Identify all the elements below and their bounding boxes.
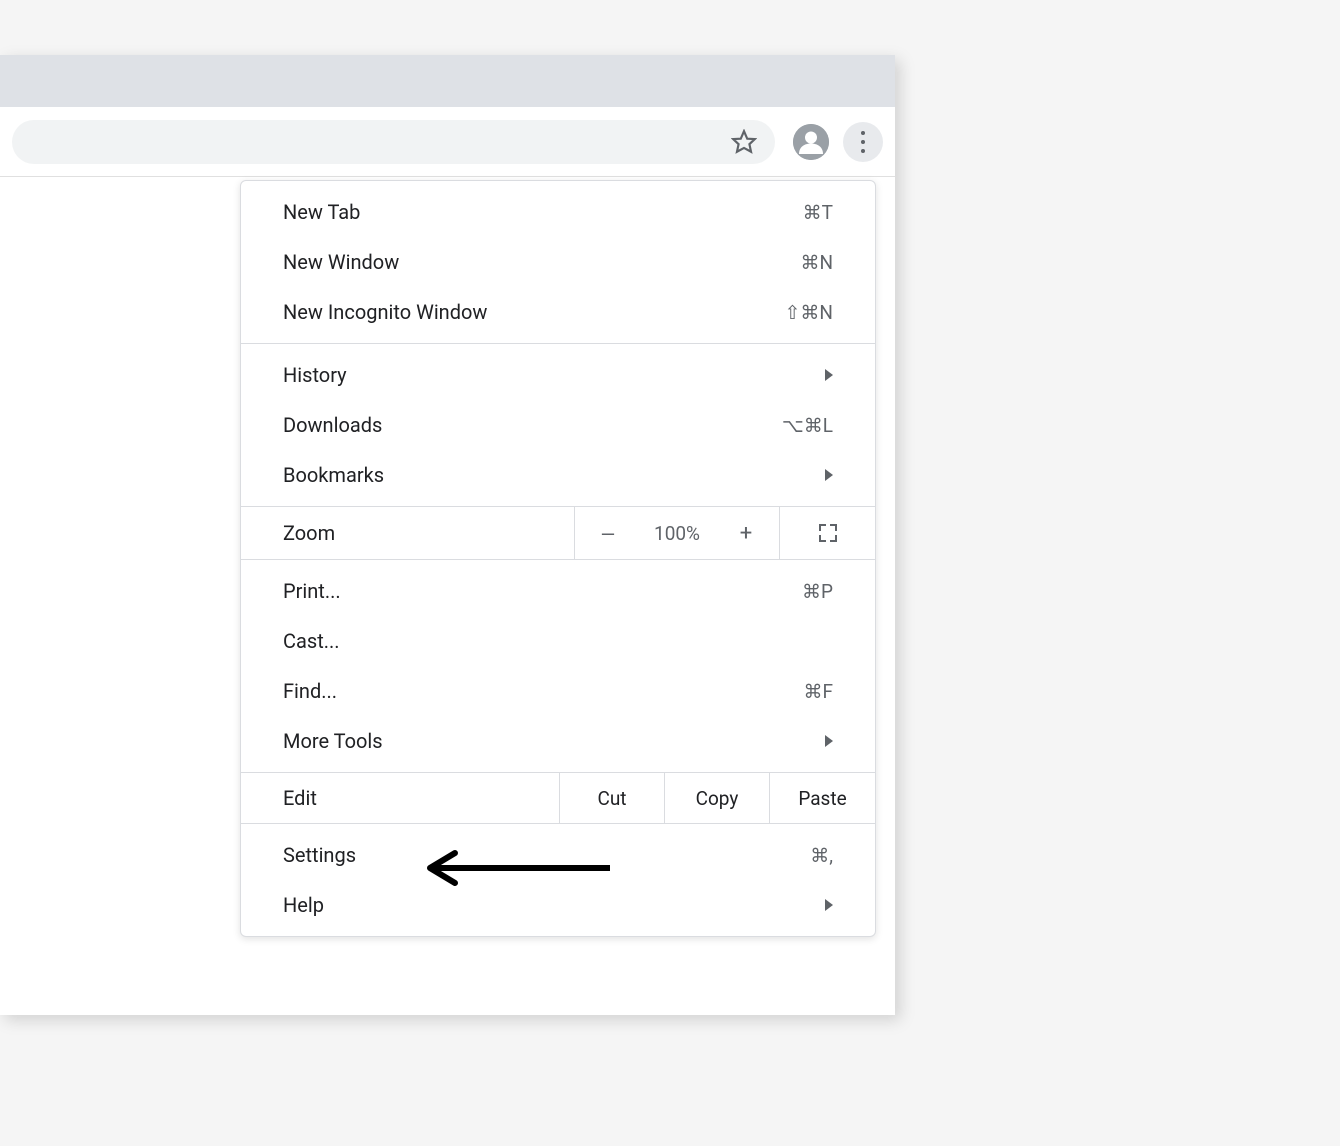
chrome-main-menu: New Tab ⌘T New Window ⌘N New Incognito W… — [240, 180, 876, 937]
menu-item-new-window[interactable]: New Window ⌘N — [241, 237, 875, 287]
menu-shortcut: ⌘N — [800, 251, 833, 274]
dots-vertical-icon — [861, 131, 865, 135]
menu-item-help[interactable]: Help — [241, 880, 875, 930]
menu-label: Downloads — [283, 413, 382, 437]
menu-label: Find... — [283, 679, 337, 703]
menu-item-find[interactable]: Find... ⌘F — [241, 666, 875, 716]
menu-item-history[interactable]: History — [241, 350, 875, 400]
zoom-label: Zoom — [241, 507, 575, 559]
menu-item-bookmarks[interactable]: Bookmarks — [241, 450, 875, 500]
zoom-value: 100% — [654, 522, 700, 545]
edit-label: Edit — [241, 773, 560, 823]
menu-label: New Tab — [283, 200, 360, 224]
cut-button[interactable]: Cut — [560, 773, 665, 823]
fullscreen-button[interactable] — [780, 507, 875, 559]
menu-item-new-incognito[interactable]: New Incognito Window ⇧⌘N — [241, 287, 875, 337]
menu-item-more-tools[interactable]: More Tools — [241, 716, 875, 766]
copy-button[interactable]: Copy — [665, 773, 770, 823]
menu-label: Cast... — [283, 629, 340, 653]
star-icon[interactable] — [731, 129, 757, 155]
menu-shortcut: ⌘, — [810, 844, 833, 867]
paste-button[interactable]: Paste — [770, 773, 875, 823]
chevron-right-icon — [825, 899, 833, 911]
menu-item-zoom: Zoom ‒ 100% + — [241, 506, 875, 560]
menu-shortcut: ⌘F — [803, 680, 833, 703]
chevron-right-icon — [825, 469, 833, 481]
menu-label: New Window — [283, 250, 399, 274]
menu-label: New Incognito Window — [283, 300, 487, 324]
menu-item-settings[interactable]: Settings ⌘, — [241, 830, 875, 880]
menu-shortcut: ⌘P — [802, 580, 833, 603]
menu-item-downloads[interactable]: Downloads ⌥⌘L — [241, 400, 875, 450]
tab-bar — [0, 55, 895, 107]
toolbar — [0, 107, 895, 177]
chevron-right-icon — [825, 735, 833, 747]
menu-item-print[interactable]: Print... ⌘P — [241, 566, 875, 616]
menu-shortcut: ⇧⌘N — [785, 301, 833, 324]
menu-label: Bookmarks — [283, 463, 384, 487]
menu-label: Print... — [283, 579, 341, 603]
menu-item-edit: Edit Cut Copy Paste — [241, 772, 875, 824]
profile-icon[interactable] — [793, 124, 829, 160]
address-bar[interactable] — [12, 120, 775, 164]
menu-label: History — [283, 363, 347, 387]
kebab-menu-button[interactable] — [843, 122, 883, 162]
menu-label: Settings — [283, 843, 356, 867]
menu-label: Help — [283, 893, 324, 917]
menu-shortcut: ⌘T — [803, 201, 833, 224]
zoom-out-button[interactable]: ‒ — [588, 520, 628, 546]
menu-item-new-tab[interactable]: New Tab ⌘T — [241, 187, 875, 237]
menu-label: More Tools — [283, 729, 383, 753]
menu-shortcut: ⌥⌘L — [782, 414, 833, 437]
zoom-in-button[interactable]: + — [726, 521, 766, 546]
fullscreen-icon — [819, 524, 837, 542]
chevron-right-icon — [825, 369, 833, 381]
menu-item-cast[interactable]: Cast... — [241, 616, 875, 666]
